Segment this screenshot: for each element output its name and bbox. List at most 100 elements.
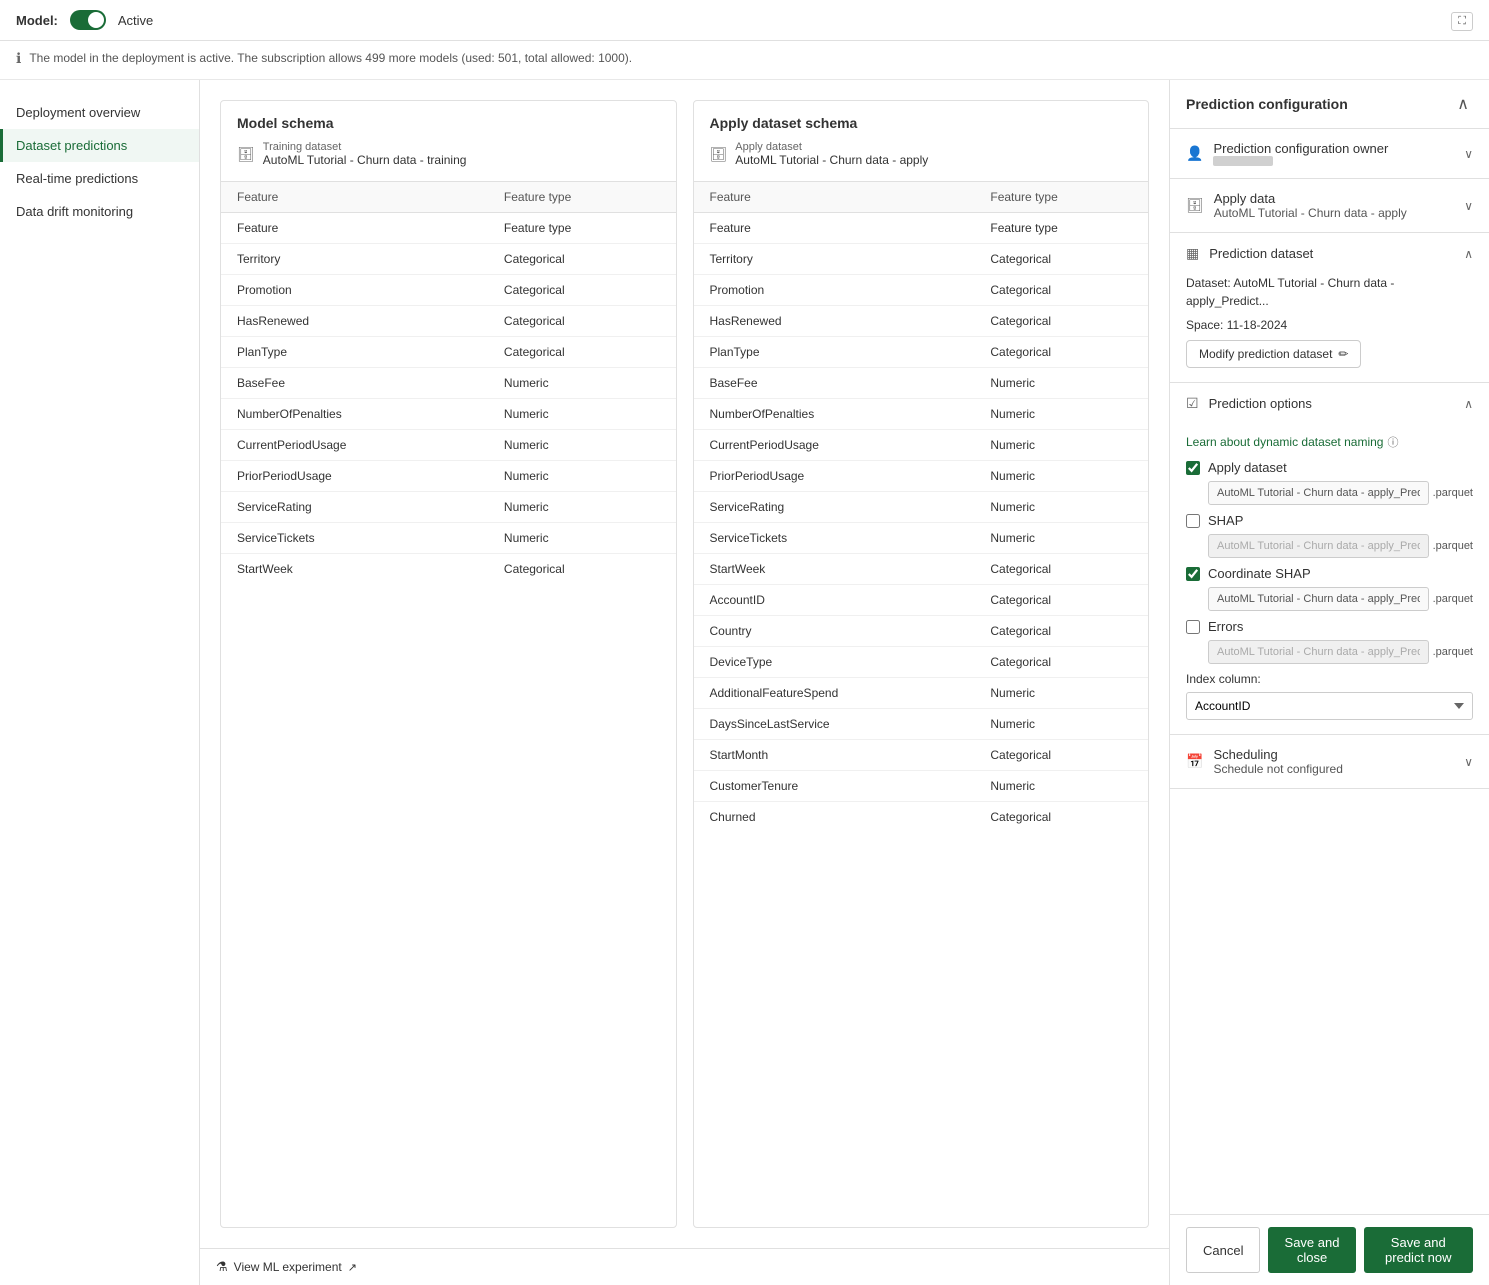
type-cell: Numeric xyxy=(488,399,676,430)
table-row: FeatureFeature type xyxy=(221,213,676,244)
feature-cell: DeviceType xyxy=(694,647,975,678)
type-cell: Numeric xyxy=(974,709,1148,740)
scheduling-section: 📅 Scheduling Schedule not configured ∨ xyxy=(1170,735,1489,789)
prediction-dataset-chevron-icon: ∧ xyxy=(1464,247,1473,261)
errors-option-label: Errors xyxy=(1208,619,1243,634)
sidebar: Deployment overview Dataset predictions … xyxy=(0,80,200,1285)
modify-btn-label: Modify prediction dataset xyxy=(1199,347,1332,361)
prediction-dataset-header[interactable]: ▦ Prediction dataset ∧ xyxy=(1170,233,1489,274)
prediction-options-header[interactable]: ☑ Prediction options ∧ xyxy=(1170,383,1489,424)
table-row: DaysSinceLastServiceNumeric xyxy=(694,709,1149,740)
view-ml-experiment-link[interactable]: View ML experiment ↗ xyxy=(234,1260,357,1274)
model-schema-type-header: Feature type xyxy=(488,182,676,213)
feature-cell: Churned xyxy=(694,802,975,833)
dynamic-naming-link[interactable]: Learn about dynamic dataset naming ⓘ xyxy=(1186,434,1398,450)
model-active-toggle[interactable] xyxy=(70,10,106,30)
scheduling-header[interactable]: 📅 Scheduling Schedule not configured ∨ xyxy=(1170,735,1489,788)
save-predict-button[interactable]: Save and predict now xyxy=(1364,1227,1473,1273)
cancel-button[interactable]: Cancel xyxy=(1186,1227,1260,1273)
save-close-button[interactable]: Save and close xyxy=(1268,1227,1355,1273)
database-icon: 🗄 xyxy=(237,146,255,163)
shap-checkbox[interactable] xyxy=(1186,514,1200,528)
training-dataset-label: Training dataset xyxy=(263,141,467,153)
prediction-options-section: ☑ Prediction options ∧ Learn about dynam… xyxy=(1170,383,1489,735)
panel-collapse-button[interactable]: ∧ xyxy=(1453,94,1473,114)
type-cell: Categorical xyxy=(974,740,1148,771)
model-status-text: Active xyxy=(118,13,153,28)
type-cell: Categorical xyxy=(488,337,676,368)
apply-schema-dataset-info: 🗄 Apply dataset AutoML Tutorial - Churn … xyxy=(710,141,1133,167)
type-cell: Categorical xyxy=(974,802,1148,833)
external-link-icon: ↗ xyxy=(348,1261,357,1274)
feature-cell: StartWeek xyxy=(221,554,488,585)
coordinate-shap-ext: .parquet xyxy=(1433,593,1473,605)
feature-cell: NumberOfPenalties xyxy=(221,399,488,430)
apply-data-chevron-icon: ∨ xyxy=(1464,199,1473,213)
feature-cell: CustomerTenure xyxy=(694,771,975,802)
errors-option: Errors .parquet xyxy=(1186,619,1473,664)
dynamic-link-label: Learn about dynamic dataset naming xyxy=(1186,435,1383,449)
feature-cell: Territory xyxy=(694,244,975,275)
info-icon: ℹ xyxy=(16,50,21,67)
feature-cell: DaysSinceLastService xyxy=(694,709,975,740)
prediction-dataset-body: Dataset: AutoML Tutorial - Churn data - … xyxy=(1170,274,1489,382)
training-dataset-name: AutoML Tutorial - Churn data - training xyxy=(263,153,467,167)
apply-dataset-checkbox[interactable] xyxy=(1186,461,1200,475)
type-cell: Categorical xyxy=(974,306,1148,337)
panel-title: Prediction configuration xyxy=(1186,96,1348,112)
feature-cell: PriorPeriodUsage xyxy=(694,461,975,492)
owner-avatar xyxy=(1213,156,1273,166)
window-expand-button[interactable]: ⛶ xyxy=(1451,12,1473,31)
coordinate-shap-option: Coordinate SHAP .parquet xyxy=(1186,566,1473,611)
feature-cell: Feature xyxy=(221,213,488,244)
feature-cell: HasRenewed xyxy=(221,306,488,337)
apply-data-header[interactable]: 🗄 Apply data AutoML Tutorial - Churn dat… xyxy=(1170,179,1489,232)
feature-cell: StartMonth xyxy=(694,740,975,771)
sidebar-item-deployment-overview[interactable]: Deployment overview xyxy=(0,96,199,129)
errors-checkbox[interactable] xyxy=(1186,620,1200,634)
table-row: ServiceTicketsNumeric xyxy=(694,523,1149,554)
sidebar-item-realtime-predictions[interactable]: Real-time predictions xyxy=(0,162,199,195)
sidebar-item-data-drift-monitoring[interactable]: Data drift monitoring xyxy=(0,195,199,228)
type-cell: Feature type xyxy=(488,213,676,244)
apply-dataset-option-label: Apply dataset xyxy=(1208,460,1287,475)
table-row: ServiceRatingNumeric xyxy=(694,492,1149,523)
table-row: PromotionCategorical xyxy=(694,275,1149,306)
coordinate-shap-input[interactable] xyxy=(1208,587,1429,611)
type-cell: Numeric xyxy=(974,492,1148,523)
type-cell: Categorical xyxy=(974,616,1148,647)
apply-dataset-input[interactable] xyxy=(1208,481,1429,505)
type-cell: Numeric xyxy=(488,368,676,399)
model-schema-table: Feature Feature type FeatureFeature type… xyxy=(221,182,676,584)
apply-data-subtitle: AutoML Tutorial - Churn data - apply xyxy=(1214,206,1407,220)
apply-schema-feature-header: Feature xyxy=(694,182,975,213)
model-status-bar: Model: Active xyxy=(0,0,1489,41)
schemas-container: Model schema 🗄 Training dataset AutoML T… xyxy=(200,80,1169,1248)
coordinate-shap-checkbox[interactable] xyxy=(1186,567,1200,581)
index-column-select[interactable]: AccountID None xyxy=(1186,692,1473,720)
right-panel: Prediction configuration ∧ 👤 Prediction … xyxy=(1169,80,1489,1285)
owner-chevron-icon: ∨ xyxy=(1464,147,1473,161)
prediction-dataset-left: ▦ Prediction dataset xyxy=(1186,245,1313,262)
table-row: ServiceRatingNumeric xyxy=(221,492,676,523)
apply-data-title: Apply data xyxy=(1214,191,1407,206)
feature-cell: AdditionalFeatureSpend xyxy=(694,678,975,709)
feature-cell: Promotion xyxy=(221,275,488,306)
feature-cell: Feature xyxy=(694,213,975,244)
apply-schema-header: Apply dataset schema 🗄 Apply dataset Aut… xyxy=(694,101,1149,182)
table-row: TerritoryCategorical xyxy=(694,244,1149,275)
table-row: HasRenewedCategorical xyxy=(694,306,1149,337)
owner-section: 👤 Prediction configuration owner ∨ xyxy=(1170,129,1489,179)
grid-icon: ▦ xyxy=(1186,245,1199,262)
model-schema-dataset-info: 🗄 Training dataset AutoML Tutorial - Chu… xyxy=(237,141,660,167)
feature-cell: ServiceRating xyxy=(694,492,975,523)
model-schema-header: Model schema 🗄 Training dataset AutoML T… xyxy=(221,101,676,182)
feature-cell: StartWeek xyxy=(694,554,975,585)
table-row: AdditionalFeatureSpendNumeric xyxy=(694,678,1149,709)
sidebar-item-dataset-predictions[interactable]: Dataset predictions xyxy=(0,129,199,162)
type-cell: Categorical xyxy=(488,554,676,585)
model-label: Model: xyxy=(16,13,58,28)
table-row: HasRenewedCategorical xyxy=(221,306,676,337)
modify-prediction-dataset-button[interactable]: Modify prediction dataset ✏ xyxy=(1186,340,1361,368)
owner-section-header[interactable]: 👤 Prediction configuration owner ∨ xyxy=(1170,129,1489,178)
